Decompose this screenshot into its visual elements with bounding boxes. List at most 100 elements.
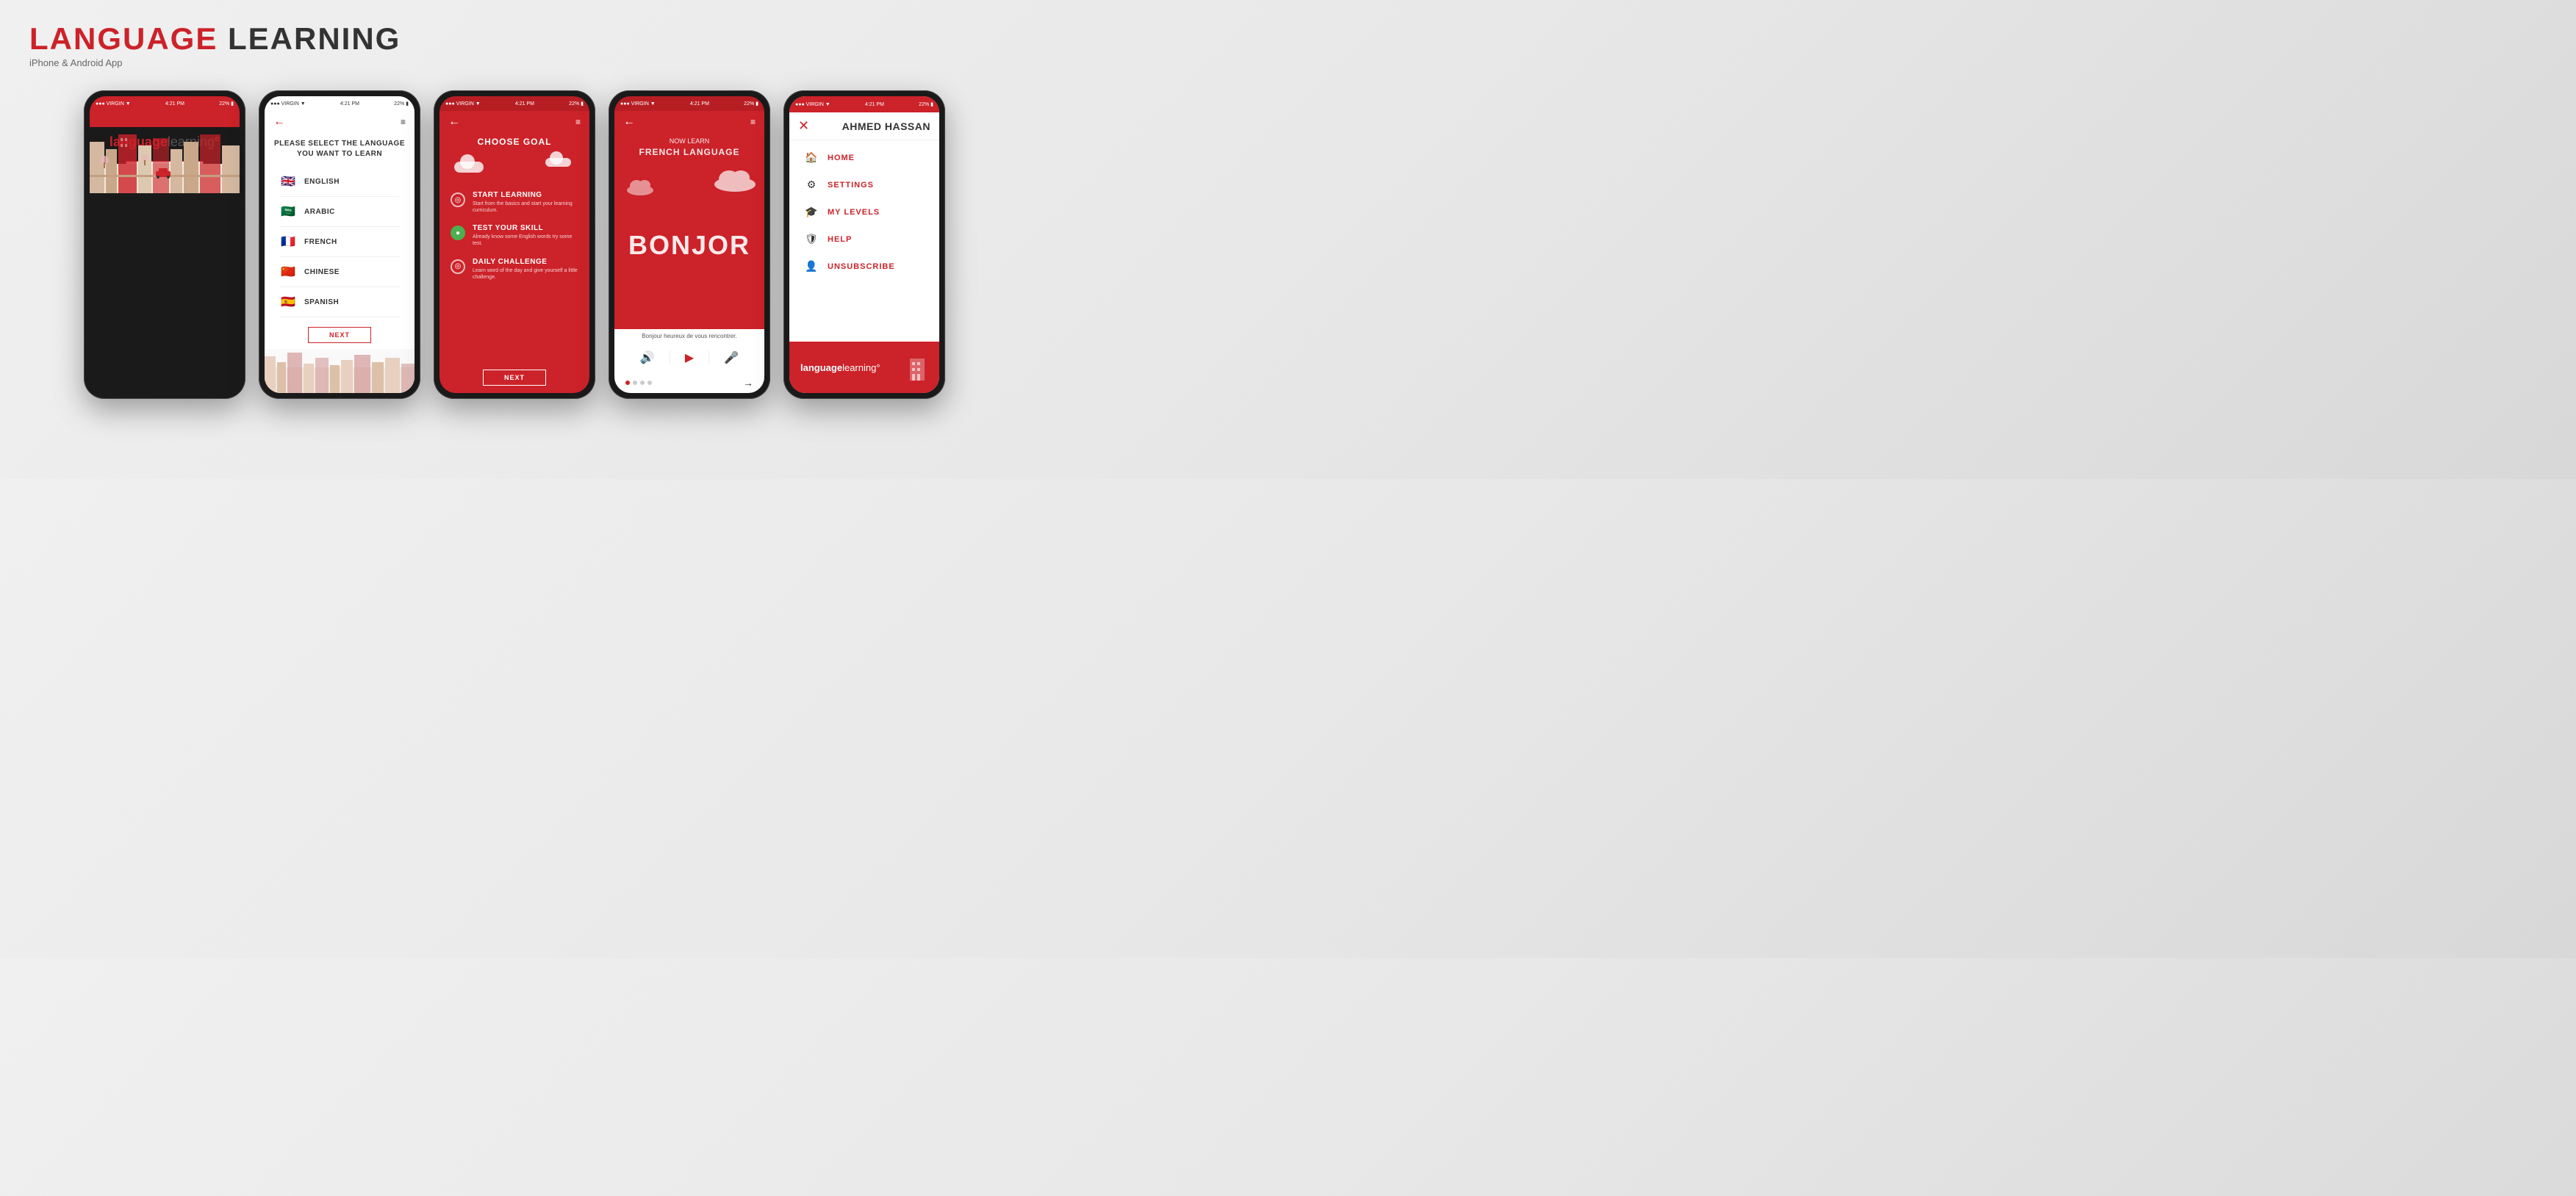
menu-levels[interactable]: 🎓 MY LEVELS — [789, 198, 939, 226]
phone-5-menu: ●●● VIRGIN ▼ 4:21 PM 22% ▮ ✕ AHMED HASSA… — [783, 90, 945, 399]
phone1-content: languagelearning° LETS START — [90, 127, 240, 193]
lang-arabic-label: ARABIC — [304, 208, 335, 216]
phone2-status-bar: ●●● VIRGIN ▼ 4:21 PM 22% ▮ — [265, 96, 415, 111]
phone2-next-button[interactable]: NEXT — [308, 327, 371, 343]
next-arrow[interactable]: → — [743, 377, 753, 389]
p4-carrier: ●●● VIRGIN ▼ — [620, 101, 656, 107]
p3-carrier: ●●● VIRGIN ▼ — [445, 101, 481, 107]
home-label: HOME — [828, 154, 855, 162]
lang-french-label: FRENCH — [304, 238, 337, 246]
p2-time: 4:21 PM — [340, 101, 359, 107]
phone4-translation: Bonjour heureux de vous rencontrer. — [614, 329, 764, 343]
phone3-next-button[interactable]: NEXT — [483, 370, 546, 386]
dot-3 — [640, 381, 645, 385]
flag-arabic: 🇸🇦 — [279, 203, 297, 220]
menu-help[interactable]: 🛡 HELP — [789, 226, 939, 253]
p1-carrier: ●●● VIRGIN ▼ — [96, 101, 131, 107]
phone4-title: NOW LEARN FRENCH LANGUAGE — [614, 133, 764, 162]
divider-2 — [708, 350, 709, 365]
phone5-bottom: languagelearning° — [789, 342, 939, 393]
phone-5-screen: ●●● VIRGIN ▼ 4:21 PM 22% ▮ ✕ AHMED HASSA… — [789, 96, 939, 393]
menu-icon[interactable]: ≡ — [401, 117, 406, 127]
menu-icon-p4[interactable]: ≡ — [750, 117, 756, 127]
phone3-nav: ← ≡ — [440, 111, 589, 133]
lang-english-label: ENGLISH — [304, 178, 340, 186]
lang-chinese-label: CHINESE — [304, 268, 340, 276]
p1-time: 4:21 PM — [165, 101, 184, 107]
play-icon[interactable]: ▶ — [685, 350, 694, 365]
flag-chinese: 🇨🇳 — [279, 263, 297, 281]
flag-spanish: 🇪🇸 — [279, 293, 297, 311]
dot-2 — [633, 381, 637, 385]
lang-chinese[interactable]: 🇨🇳 CHINESE — [279, 257, 400, 287]
goal-test-skill: ● TEST YOUR SKILL Already know some Engl… — [451, 224, 578, 247]
phone5-header: ✕ AHMED HASSAN — [789, 112, 939, 140]
menu-icon-white[interactable]: ≡ — [575, 117, 581, 127]
phone-4-french: ●●● VIRGIN ▼ 4:21 PM 22% ▮ ← ≡ NOW LEARN… — [609, 90, 770, 399]
audio-icon[interactable]: 🔊 — [640, 350, 655, 365]
dot-4 — [647, 381, 652, 385]
back-icon-white[interactable]: ← — [448, 115, 460, 129]
goal-icon-test: ● — [451, 226, 465, 240]
home-icon: 🏠 — [804, 151, 819, 164]
goal-icon-start: ◎ — [451, 192, 465, 207]
clouds-area — [440, 154, 589, 191]
help-icon: 🛡 — [804, 233, 819, 245]
mic-icon[interactable]: 🎤 — [724, 350, 739, 365]
phone5-logo: languagelearning° — [800, 362, 880, 373]
phone2-cityscape — [265, 349, 415, 393]
phone4-status-bar: ●●● VIRGIN ▼ 4:21 PM 22% ▮ — [614, 96, 764, 111]
p1-battery: 22% ▮ — [219, 101, 234, 107]
bonjour-text: BONJOR — [628, 230, 750, 261]
p2-carrier: ●●● VIRGIN ▼ — [270, 101, 306, 107]
phone2-title: PLEASE SELECT THE LANGUAGE YOU WANT TO L… — [265, 133, 415, 163]
close-icon[interactable]: ✕ — [798, 118, 809, 134]
back-icon[interactable]: ← — [273, 115, 285, 129]
phone1-status-bar: ●●● VIRGIN ▼ 4:21 PM 22% ▮ — [90, 96, 240, 111]
goal-text-daily: DAILY CHALLENGE Learn word of the day an… — [473, 258, 578, 281]
phone4-controls: 🔊 ▶ 🎤 — [614, 343, 764, 372]
phone2-nav: ← ≡ — [265, 111, 415, 133]
phone-3-choose-goal: ●●● VIRGIN ▼ 4:21 PM 22% ▮ ← ≡ CHOOSE GO… — [434, 90, 595, 399]
back-icon-p4[interactable]: ← — [623, 115, 635, 129]
lang-french[interactable]: 🇫🇷 FRENCH — [279, 227, 400, 257]
goal-text-test: TEST YOUR SKILL Already know some Englis… — [473, 224, 578, 247]
menu-home[interactable]: 🏠 HOME — [789, 144, 939, 171]
phone-1-screen: ●●● VIRGIN ▼ 4:21 PM 22% ▮ languagelearn… — [90, 96, 240, 393]
p2-battery: 22% ▮ — [394, 101, 409, 107]
lang-arabic[interactable]: 🇸🇦 ARABIC — [279, 197, 400, 227]
phone4-nav: ← ≡ — [614, 111, 764, 133]
menu-settings[interactable]: ⚙ SETTINGS — [789, 171, 939, 198]
lang-english[interactable]: 🇬🇧 ENGLISH — [279, 167, 400, 197]
menu-items: 🏠 HOME ⚙ SETTINGS 🎓 MY LEVELS 🛡 HELP 👤 — [789, 140, 939, 342]
menu-unsubscribe[interactable]: 👤 UNSUBSCRIBE — [789, 253, 939, 280]
phone-3-screen: ●●● VIRGIN ▼ 4:21 PM 22% ▮ ← ≡ CHOOSE GO… — [440, 96, 589, 393]
flag-english: 🇬🇧 — [279, 173, 297, 190]
phone-1-welcome: ●●● VIRGIN ▼ 4:21 PM 22% ▮ languagelearn… — [84, 90, 245, 399]
user-name: AHMED HASSAN — [842, 120, 930, 132]
unsubscribe-icon: 👤 — [804, 260, 819, 273]
phones-container: ●●● VIRGIN ▼ 4:21 PM 22% ▮ languagelearn… — [29, 90, 1000, 399]
levels-label: MY LEVELS — [828, 208, 880, 217]
p5-carrier: ●●● VIRGIN ▼ — [795, 102, 830, 107]
phone-2-screen: ●●● VIRGIN ▼ 4:21 PM 22% ▮ ← ≡ PLEASE SE… — [265, 96, 415, 393]
lang-spanish[interactable]: 🇪🇸 SPANISH — [279, 287, 400, 317]
p5-battery: 22% ▮ — [919, 101, 933, 107]
goal-text-start: START LEARNING Start from the basics and… — [473, 191, 578, 214]
dot-1 — [625, 381, 630, 385]
p5-time: 4:21 PM — [865, 102, 884, 107]
header-subtitle: iPhone & Android App — [29, 57, 1000, 68]
phone1-cityscape — [90, 112, 240, 193]
phone-2-language-select: ●●● VIRGIN ▼ 4:21 PM 22% ▮ ← ≡ PLEASE SE… — [259, 90, 420, 399]
p3-time: 4:21 PM — [515, 101, 534, 107]
goal-start-learning: ◎ START LEARNING Start from the basics a… — [451, 191, 578, 214]
phone3-title: CHOOSE GOAL — [440, 133, 589, 154]
language-list: 🇬🇧 ENGLISH 🇸🇦 ARABIC 🇫🇷 FRENCH 🇨🇳 CHINES… — [265, 163, 415, 321]
help-label: HELP — [828, 235, 852, 244]
goal-daily-challenge: ◎ DAILY CHALLENGE Learn word of the day … — [451, 258, 578, 281]
unsubscribe-label: UNSUBSCRIBE — [828, 262, 895, 271]
cloud-2 — [545, 158, 571, 167]
phone-4-screen: ●●● VIRGIN ▼ 4:21 PM 22% ▮ ← ≡ NOW LEARN… — [614, 96, 764, 393]
phone4-pagination: → — [614, 372, 764, 393]
levels-icon: 🎓 — [804, 206, 819, 218]
